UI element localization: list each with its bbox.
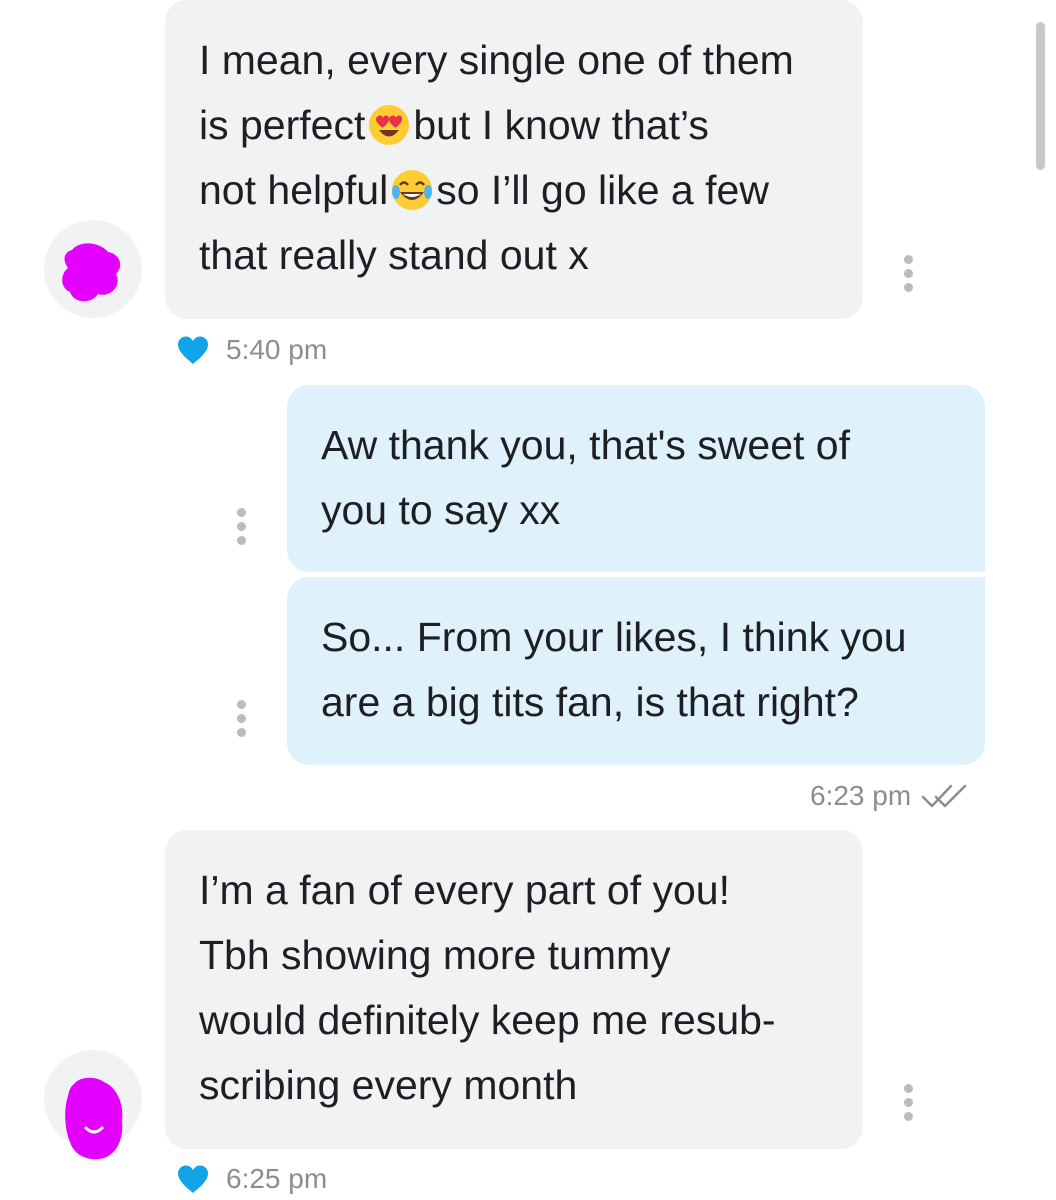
message-text: is perfect [199,102,366,148]
dot-icon [903,269,913,278]
dot-icon [903,1112,913,1121]
message-timestamp: 5:40 pm [226,334,328,365]
dot-icon [236,536,246,545]
dot-icon [903,283,913,292]
message-meta: 5:40 pm [176,334,327,366]
dot-icon [903,1084,913,1093]
message-text: so I’ll go like a few [436,167,769,213]
message-options-button[interactable] [902,255,914,295]
message-options-button[interactable] [235,700,247,740]
message-line: are a big tits fan, is that right? [321,679,859,725]
dot-icon [903,255,913,264]
dot-icon [236,714,246,723]
message-line: scribing every month [199,1062,578,1108]
message-line: would definitely keep me resub- [199,997,776,1043]
dot-icon [236,700,246,709]
heart-eyes-emoji [369,105,410,145]
heart-icon[interactable] [176,335,210,365]
message-line-with-emoji: not helpful so I’ll go like a few [199,158,839,223]
dot-icon [903,1098,913,1107]
message-meta: 6:23 pm [810,780,969,812]
message-line: Tbh showing more tummy [199,932,671,978]
message-bubble-incoming[interactable]: I’m a fan of every part of you! Tbh show… [165,830,863,1149]
message-timestamp: 6:25 pm [226,1163,328,1194]
avatar-scribble-icon [62,243,121,302]
heart-icon[interactable] [176,1164,210,1194]
message-line: I mean, every single one of them [199,37,794,83]
message-text: not helpful [199,167,389,213]
message-line: Aw thank you, that's sweet of [321,422,850,468]
message-bubble-outgoing[interactable]: So... From your likes, I think you are a… [287,577,985,765]
sender-avatar[interactable] [44,1050,142,1160]
message-text: but I know that’s [413,102,709,148]
avatar-scribble-icon [65,1077,123,1160]
message-line-with-emoji: is perfect but I know that’s [199,93,839,158]
message-timestamp: 6:23 pm [810,780,912,811]
message-options-button[interactable] [902,1084,914,1124]
message-bubble-outgoing[interactable]: Aw thank you, that's sweet of you to say… [287,385,985,572]
dot-icon [236,522,246,531]
dot-icon [236,728,246,737]
message-line: So... From your likes, I think you [321,614,907,660]
message-options-button[interactable] [235,508,247,548]
dot-icon [236,508,246,517]
double-check-icon [921,784,967,808]
scrollbar-thumb[interactable] [1036,22,1045,170]
sender-avatar[interactable] [44,220,142,318]
message-meta: 6:25 pm [176,1163,327,1195]
message-bubble-incoming[interactable]: I mean, every single one of them is perf… [165,0,863,319]
tears-of-joy-emoji [392,170,433,210]
message-line: that really stand out x [199,232,589,278]
message-line: I’m a fan of every part of you! [199,867,730,913]
message-line: you to say xx [321,487,561,533]
